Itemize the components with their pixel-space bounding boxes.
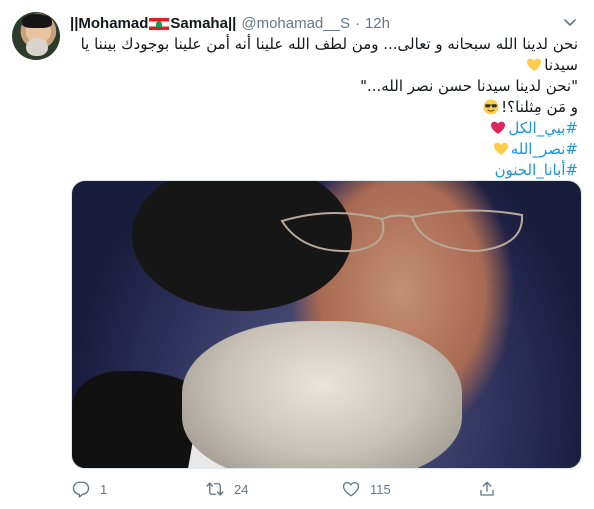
user-handle[interactable]: @mohamad__S — [241, 15, 350, 32]
tweet-header: ||Mohamad Samaha|| @mohamad__S · 12h — [70, 13, 390, 33]
hashtag-link[interactable]: #أبانا_الحنون — [495, 161, 578, 179]
reply-count: 1 — [100, 481, 108, 497]
retweet-count: 24 — [234, 481, 249, 497]
tweet-line-2: سيدنا — [70, 55, 578, 76]
yellow-heart-icon — [527, 58, 542, 71]
tweet-text: نحن لدينا الله سبحانه و تعالى... ومن لطف… — [70, 34, 578, 181]
like-count: 115 — [370, 481, 391, 497]
hashtag-link[interactable]: #بيي_الكل — [508, 119, 578, 137]
tweet-line-3: "نحن لدينا سيدنا حسن نصر الله..." — [360, 77, 578, 95]
tweet-line-2-text: سيدنا — [544, 56, 578, 74]
tweet-line-4: و مَن مِثلنا؟! — [70, 97, 578, 118]
share-icon — [480, 481, 494, 496]
tweet-line-1: نحن لدينا الله سبحانه و تعالى... ومن لطف… — [80, 35, 578, 53]
sunglasses-emoji-icon — [483, 99, 499, 115]
tweet-actions: 1 24 115 — [70, 480, 510, 500]
timestamp[interactable]: 12h — [365, 15, 390, 32]
display-name-part2: Samaha|| — [170, 14, 237, 32]
yellow-heart-icon — [493, 142, 508, 155]
retweet-icon — [206, 482, 224, 496]
hashtag-line-2: #نصر_الله — [70, 139, 578, 160]
avatar-beard — [26, 38, 48, 56]
like-button[interactable]: 115 — [342, 480, 391, 498]
retweet-button[interactable]: 24 — [206, 480, 248, 498]
tweet-line-4-text: و مَن مِثلنا؟! — [501, 98, 578, 116]
display-name[interactable]: ||Mohamad Samaha|| — [70, 15, 236, 32]
share-button[interactable] — [478, 480, 496, 498]
heart-outline-icon — [342, 481, 360, 497]
red-heart-icon — [491, 121, 506, 134]
photo-glasses — [280, 209, 524, 253]
tweet[interactable]: ||Mohamad Samaha|| @mohamad__S · 12h نحن … — [0, 0, 594, 509]
reply-button[interactable]: 1 — [72, 480, 107, 498]
avatar-turban — [22, 14, 52, 28]
lebanon-flag-icon — [149, 17, 170, 30]
separator-dot: · — [354, 14, 360, 32]
reply-icon — [72, 481, 90, 498]
hashtag-link[interactable]: #نصر_الله — [511, 140, 578, 158]
display-name-part1: ||Mohamad — [70, 14, 149, 32]
avatar[interactable] — [12, 12, 60, 60]
photo-beard — [182, 321, 462, 468]
hashtag-line-3: #أبانا_الحنون — [70, 160, 578, 181]
tweet-photo[interactable] — [71, 180, 582, 469]
chevron-down-icon[interactable] — [562, 14, 578, 30]
hashtag-line-1: #بيي_الكل — [70, 118, 578, 139]
